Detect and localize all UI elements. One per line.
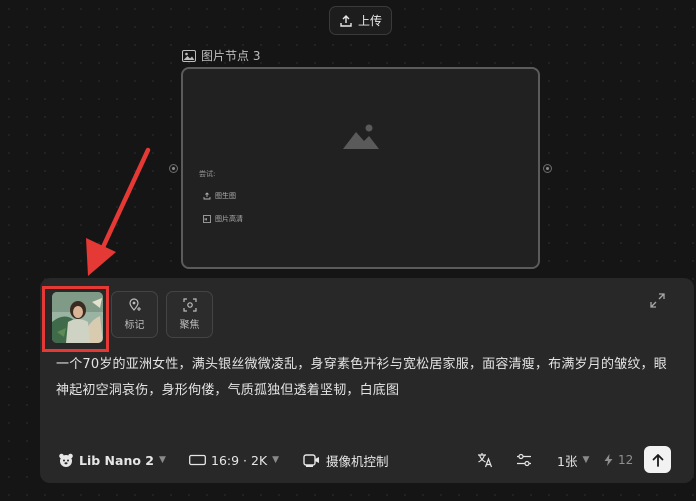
- sliders-icon: [517, 453, 531, 467]
- node-output-port[interactable]: [543, 164, 552, 173]
- model-logo-icon: [59, 453, 73, 467]
- focus-button[interactable]: 聚焦: [166, 291, 213, 338]
- action-label: 图生图: [215, 192, 236, 200]
- focus-label: 聚焦: [179, 320, 200, 331]
- chevron-down-icon: ▼: [272, 455, 280, 465]
- upload-icon: [340, 14, 352, 27]
- translate-icon: [478, 453, 493, 468]
- image-hd-action[interactable]: 图片高清: [203, 214, 243, 224]
- node-title-text: 图片节点 3: [201, 49, 261, 63]
- image-placeholder-icon: [343, 124, 379, 149]
- prompt-textarea[interactable]: 一个70岁的亚洲女性，满头银丝微微凌乱，身穿素色开衫与宽松居家服，面容清瘦，布满…: [56, 352, 668, 404]
- settings-button[interactable]: [516, 446, 532, 474]
- image-to-image-action[interactable]: 图生图: [203, 191, 236, 201]
- camera-icon: [303, 453, 319, 467]
- node-input-port[interactable]: [169, 164, 178, 173]
- arrow-up-icon: [652, 453, 663, 467]
- bottom-toolbar: Lib Nano 2 ▼ 16:9 · 2K ▼ 摄像机控制 1张 ▼ 12: [0, 446, 696, 474]
- chevron-down-icon: ▼: [582, 455, 590, 465]
- lightning-icon: [604, 454, 613, 466]
- mark-label: 标记: [124, 320, 145, 331]
- translate-button[interactable]: [477, 446, 493, 474]
- credit-value: 12: [618, 453, 634, 467]
- image-icon: [182, 49, 196, 62]
- annotation-highlight-box: [42, 286, 109, 352]
- model-selector[interactable]: Lib Nano 2 ▼: [58, 446, 166, 474]
- try-label: 尝试:: [199, 170, 216, 178]
- ratio-selector[interactable]: 16:9 · 2K ▼: [189, 446, 279, 474]
- location-pin-icon: [128, 298, 141, 311]
- send-button[interactable]: [644, 446, 671, 473]
- hd-icon: [203, 215, 211, 223]
- upload-button[interactable]: 上传: [329, 6, 392, 35]
- focus-icon: [182, 298, 197, 312]
- expand-icon[interactable]: [650, 293, 665, 308]
- aspect-ratio-icon: [189, 454, 206, 466]
- mark-button[interactable]: 标记: [111, 291, 158, 338]
- ratio-value: 16:9 · 2K: [211, 452, 268, 468]
- camera-control-label: 摄像机控制: [326, 453, 389, 469]
- upload-icon: [203, 192, 211, 200]
- action-label: 图片高清: [215, 215, 243, 223]
- camera-control-button[interactable]: 摄像机控制: [303, 446, 389, 474]
- model-name: Lib Nano 2: [79, 452, 154, 468]
- count-selector[interactable]: 1张 ▼: [557, 446, 589, 474]
- credit-cost: 12: [604, 446, 633, 474]
- count-value: 1张: [557, 453, 578, 469]
- node-title: 图片节点 3: [182, 47, 260, 64]
- upload-label: 上传: [357, 14, 382, 28]
- image-node[interactable]: 尝试: 图生图 图片高清: [181, 67, 540, 269]
- chevron-down-icon: ▼: [158, 455, 166, 465]
